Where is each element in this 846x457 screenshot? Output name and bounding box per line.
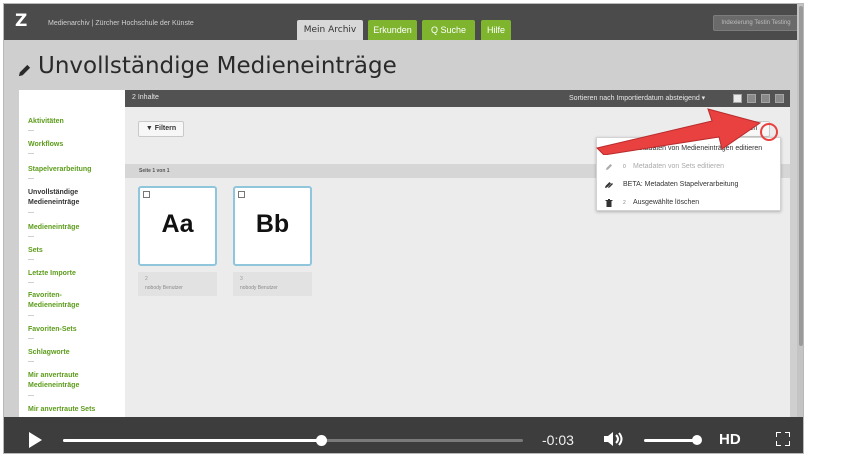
card-meta: 2 nobody Benutzer (138, 272, 217, 296)
scrollbar-thumb[interactable] (799, 6, 803, 346)
tab-mein-archiv[interactable]: Mein Archiv (297, 20, 363, 40)
card-owner: nobody Benutzer (240, 285, 278, 291)
user-menu-button[interactable]: Indexierung Testin Testing (713, 15, 799, 31)
sidebar: Aktivitäten Workflows Stapelverarbeitung… (19, 90, 125, 420)
card-owner: nobody Benutzer (145, 285, 183, 291)
brand-title[interactable]: Medienarchiv | Zürcher Hochschule der Kü… (48, 20, 194, 27)
dropdown-label: BETA: Metadaten Stapelverarbeitung (623, 181, 739, 188)
content-header: 2 Inhalte Sortieren nach Importierdatum … (125, 90, 790, 107)
page-label: Seite 1 von 1 (139, 168, 170, 174)
video-frame: Z Medienarchiv | Zürcher Hochschule der … (3, 3, 804, 454)
sidebar-item-favoriten-medieneintraege[interactable]: Favoriten-Medieneinträge (28, 291, 93, 311)
dropdown-item-delete[interactable]: 2 Ausgewählte löschen (597, 194, 780, 212)
volume-icon[interactable] (603, 431, 625, 447)
app-header: Z Medienarchiv | Zürcher Hochschule der … (4, 4, 803, 40)
dropdown-item-edit-media[interactable]: 2 Metadaten von Medieneinträgen editiere… (597, 140, 780, 158)
dropdown-item-edit-sets: 0 Metadaten von Sets editieren (597, 158, 780, 176)
filter-button[interactable]: ▼ Filtern (138, 121, 184, 137)
tab-suche[interactable]: Q Suche (422, 20, 475, 40)
batch-pencil-icon (605, 182, 613, 188)
timeline-knob[interactable] (315, 435, 327, 446)
tab-hilfe[interactable]: Hilfe (481, 20, 511, 40)
trash-icon (605, 199, 613, 207)
sidebar-item-sets[interactable]: Sets (28, 246, 43, 256)
sidebar-item-favoriten-sets[interactable]: Favoriten-Sets (28, 325, 77, 335)
sidebar-divider (28, 130, 34, 131)
sidebar-divider (28, 178, 34, 179)
fullscreen-icon[interactable] (776, 432, 790, 446)
timeline-slider[interactable] (63, 435, 523, 446)
sidebar-item-stapelverarbeitung[interactable]: Stapelverarbeitung (28, 165, 91, 175)
sidebar-item-schlagworte[interactable]: Schlagworte (28, 348, 70, 358)
media-card[interactable]: Bb (233, 186, 312, 266)
sidebar-divider (28, 361, 34, 362)
sidebar-item-letzte-importe[interactable]: Letzte Importe (28, 269, 76, 279)
dropdown-count: 2 (623, 200, 626, 206)
view-tiles-icon[interactable] (747, 94, 756, 103)
card-thumbnail-text: Aa (161, 210, 194, 238)
pencil-icon (18, 64, 31, 77)
view-table-icon[interactable] (775, 94, 784, 103)
user-icon (238, 191, 245, 198)
card-title: 2 (145, 276, 148, 282)
pencil-icon (606, 164, 612, 170)
sidebar-divider (28, 236, 34, 237)
time-remaining: -0:03 (542, 432, 574, 448)
timeline-progress (63, 439, 321, 442)
volume-knob[interactable] (692, 435, 702, 445)
logo[interactable]: Z (15, 11, 27, 31)
video-controls: -0:03 HD (4, 417, 803, 453)
sidebar-divider (28, 338, 34, 339)
hd-button[interactable]: HD (719, 431, 741, 448)
dropdown-label: Metadaten von Sets editieren (633, 163, 725, 170)
sidebar-divider (28, 212, 34, 213)
dropdown-item-batch-edit[interactable]: BETA: Metadaten Stapelverarbeitung (597, 176, 780, 194)
user-icon (143, 191, 150, 198)
volume-slider[interactable] (644, 439, 696, 442)
sidebar-item-mir-anvertraute-medieneintraege[interactable]: Mir anvertraute Medieneinträge (28, 371, 93, 391)
sidebar-item-medieneintraege[interactable]: Medieneinträge (28, 223, 79, 233)
result-count: 2 Inhalte (132, 94, 159, 101)
sidebar-item-aktivitaeten[interactable]: Aktivitäten (28, 117, 64, 127)
dropdown-count: 0 (623, 164, 626, 170)
sidebar-item-mir-anvertraute-sets[interactable]: Mir anvertraute Sets (28, 405, 95, 415)
tab-erkunden[interactable]: Erkunden (368, 20, 417, 40)
sort-dropdown[interactable]: Sortieren nach Importierdatum absteigend… (569, 94, 705, 102)
sidebar-divider (28, 153, 34, 154)
view-list-icon[interactable] (761, 94, 770, 103)
card-thumbnail-text: Bb (255, 210, 290, 238)
pencil-icon (606, 146, 612, 152)
sidebar-divider (28, 282, 34, 283)
view-grid-icon[interactable] (733, 94, 742, 103)
card-title: 3 (240, 276, 243, 282)
media-card[interactable]: Aa (138, 186, 217, 266)
sidebar-item-unvollstaendige[interactable]: Unvollständige Medieneinträge (28, 188, 98, 208)
sidebar-divider (28, 395, 34, 396)
sidebar-divider (28, 315, 34, 316)
play-icon[interactable] (29, 432, 42, 448)
page-title: Unvollständige Medieneinträge (38, 53, 397, 79)
card-meta: 3 nobody Benutzer (233, 272, 312, 296)
dropdown-label: Metadaten von Medieneinträgen editieren (633, 145, 763, 152)
click-highlight-icon (760, 123, 778, 141)
sidebar-divider (28, 259, 34, 260)
actions-dropdown: 2 Metadaten von Medieneinträgen editiere… (596, 137, 781, 211)
sidebar-item-workflows[interactable]: Workflows (28, 140, 63, 150)
dropdown-count: 2 (623, 146, 626, 152)
dropdown-label: Ausgewählte löschen (633, 199, 700, 206)
